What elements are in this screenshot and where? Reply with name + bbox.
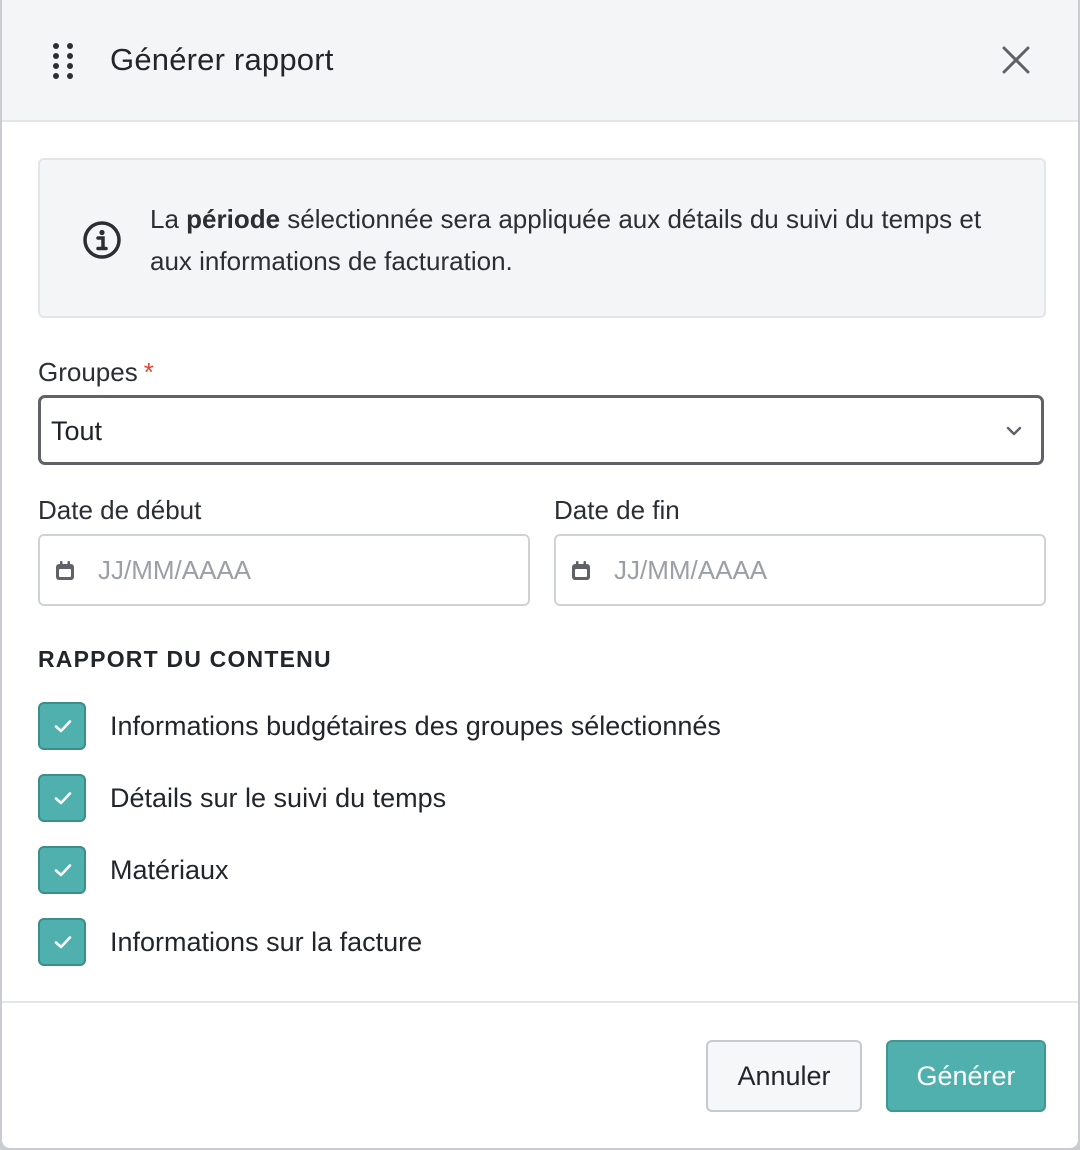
drag-handle-icon[interactable] [50,41,76,81]
start-date-input[interactable] [98,552,498,588]
cancel-button[interactable]: Annuler [706,1040,862,1112]
content-option-label: Matériaux [110,855,229,885]
content-option-label: Détails sur le suivi du temps [110,783,447,813]
info-banner: La période sélectionnée sera appliquée a… [38,158,1046,318]
check-icon [54,792,72,805]
content-option-label: Informations sur la facture [110,927,423,957]
groups-select[interactable]: Tout [38,395,1044,465]
generate-report-dialog: Générer rapport La période sélectionnée … [2,0,1078,1148]
start-date-label: Date de début [38,495,202,525]
info-text-emphasis: période [186,204,281,234]
check-icon [54,720,72,733]
end-date-field[interactable] [554,534,1046,606]
checkbox[interactable] [38,846,86,894]
content-section-title: RAPPORT DU CONTENU [38,646,332,672]
chevron-down-icon [1006,426,1022,436]
check-icon [54,864,72,877]
groups-label: Groupes * [38,357,154,387]
info-text: La période sélectionnée sera appliquée a… [150,204,982,276]
content-option-label: Informations budgétaires des groupes sél… [110,711,721,741]
calendar-icon [572,561,590,580]
close-icon[interactable] [1000,44,1032,76]
groups-select-value: Tout [51,416,103,446]
start-date-field[interactable] [38,534,530,606]
checkbox[interactable] [38,774,86,822]
generate-button[interactable]: Générer [886,1040,1046,1112]
dialog-title: Générer rapport [110,42,334,77]
calendar-icon [56,561,74,580]
checkbox[interactable] [38,702,86,750]
info-icon [83,221,121,259]
end-date-label: Date de fin [554,495,680,525]
end-date-input[interactable] [614,552,1014,588]
footer-divider [2,1001,1078,1003]
checkbox[interactable] [38,918,86,966]
check-icon [54,936,72,949]
required-marker: * [143,357,154,387]
dialog-header: Générer rapport [2,0,1078,122]
